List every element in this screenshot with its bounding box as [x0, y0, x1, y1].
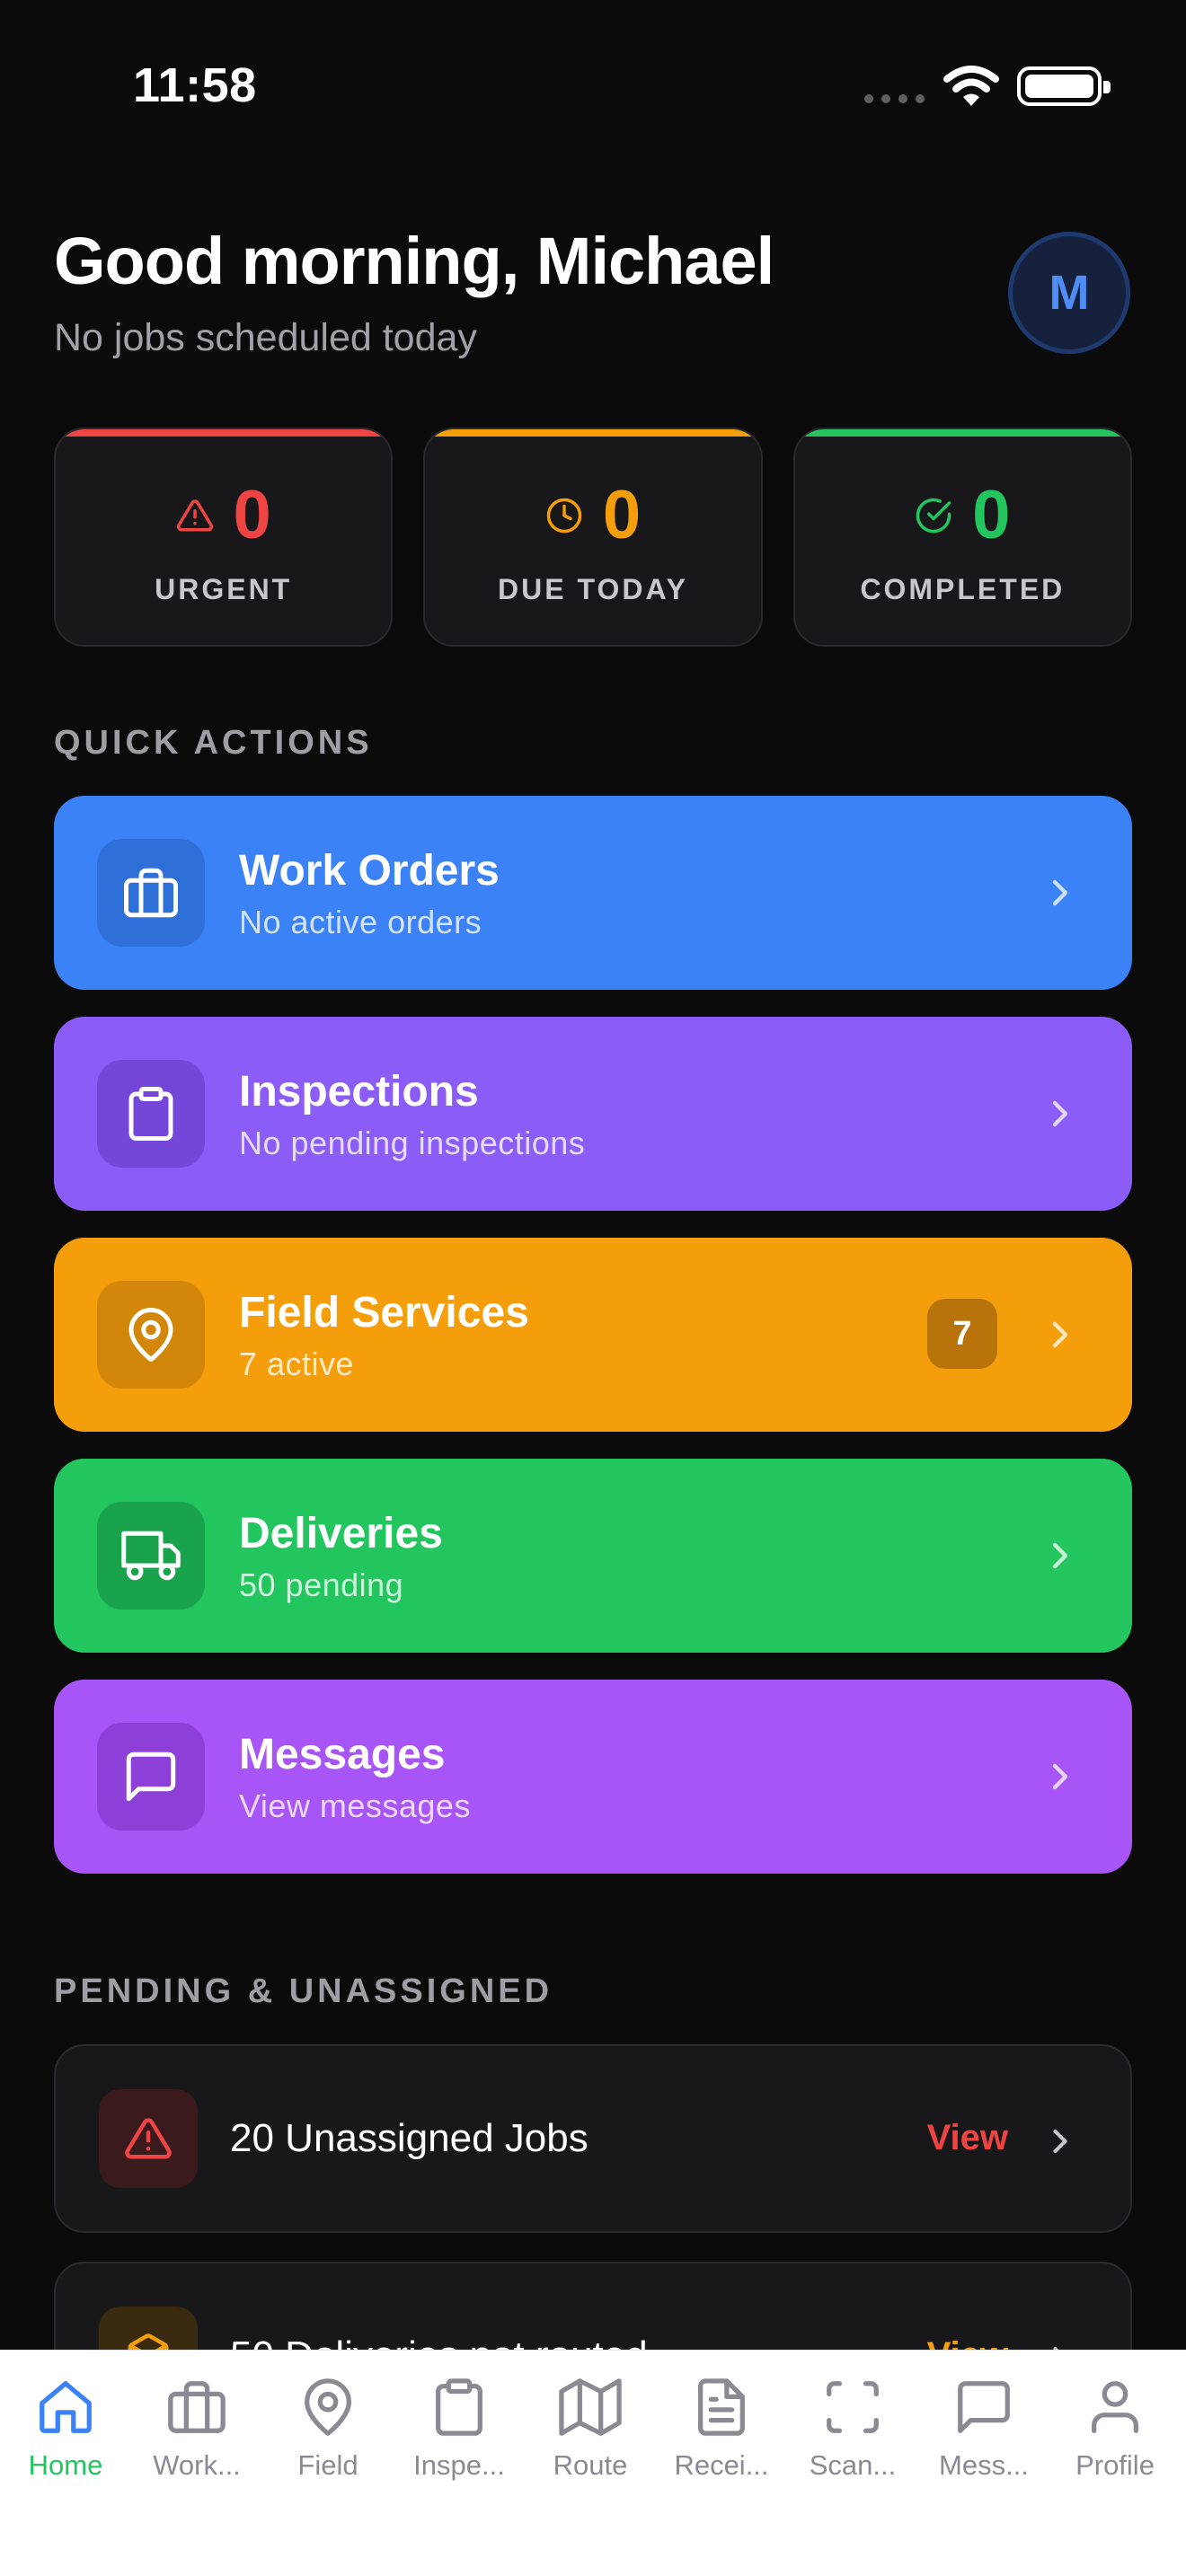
home-screen: 11:58 Good morning, Michael No jobs sche…: [0, 0, 1186, 2576]
clipboard-icon: [436, 2378, 482, 2436]
briefcase-icon: [124, 868, 178, 918]
tab-bar: Home Work... Field Inspe... Route Recei.…: [0, 2350, 1186, 2576]
chevron-right-icon: [1052, 1542, 1068, 1569]
tab-label: Recei...: [674, 2449, 769, 2481]
quick-actions-heading: QUICK ACTIONS: [54, 724, 373, 762]
field-services-icon-box: [97, 1281, 205, 1389]
map-pin-icon: [128, 1308, 173, 1362]
stat-card-due-today[interactable]: 0 DUE TODAY: [423, 428, 763, 647]
chevron-right-icon: [1052, 1763, 1068, 1790]
message-square-icon: [126, 1751, 176, 1802]
chevron-right-icon: [1052, 879, 1068, 906]
pending-heading: PENDING & UNASSIGNED: [54, 1972, 553, 2010]
card-title: Inspections: [239, 1068, 479, 1116]
tab-label: Field: [297, 2449, 358, 2481]
stat-value: 0: [602, 477, 642, 553]
alert-triangle-icon: [125, 2118, 172, 2159]
signal-icon: [864, 94, 925, 103]
tab-label: Profile: [1075, 2449, 1155, 2481]
inspections-icon-box: [97, 1060, 205, 1168]
user-icon: [1092, 2381, 1138, 2433]
card-title: Work Orders: [239, 847, 500, 895]
stat-accent-bar: [425, 429, 761, 437]
inspections-card[interactable]: Inspections No pending inspections: [54, 1017, 1132, 1211]
avatar[interactable]: M: [1008, 232, 1130, 354]
stat-value: 0: [972, 477, 1011, 553]
messages-icon-box: [97, 1723, 205, 1831]
file-text-icon: [698, 2378, 745, 2436]
briefcase-icon: [168, 2381, 226, 2433]
chevron-right-icon: [1053, 2129, 1067, 2154]
home-icon: [40, 2381, 92, 2433]
stat-accent-bar: [56, 429, 392, 437]
card-subtitle: 7 active: [239, 1345, 355, 1382]
clock-icon: [546, 498, 582, 534]
chevron-right-icon: [1052, 1100, 1068, 1127]
message-square-icon: [958, 2381, 1010, 2433]
tab-scan[interactable]: Scan...: [787, 2376, 918, 2482]
status-time: 11:58: [133, 58, 257, 112]
card-subtitle: 50 pending: [239, 1566, 404, 1603]
deliveries-card[interactable]: Deliveries 50 pending: [54, 1459, 1132, 1653]
tab-label: Route: [553, 2449, 628, 2481]
stat-label: COMPLETED: [860, 573, 1066, 605]
messages-card[interactable]: Messages View messages: [54, 1680, 1132, 1874]
unassigned-icon-box: [99, 2089, 198, 2188]
tab-label: Mess...: [939, 2449, 1029, 2481]
tab-field[interactable]: Field: [262, 2376, 394, 2482]
scan-icon: [827, 2381, 879, 2433]
card-title: Field Services: [239, 1289, 529, 1337]
stats-row: 0 URGENT 0 DUE TODAY 0 COMPLETED: [54, 428, 1132, 647]
tab-label: Inspe...: [413, 2449, 505, 2481]
check-circle-icon: [916, 498, 951, 534]
tab-label: Home: [28, 2449, 103, 2481]
card-subtitle: No pending inspections: [239, 1125, 586, 1161]
tab-label: Work...: [153, 2449, 241, 2481]
field-services-card[interactable]: Field Services 7 active 7: [54, 1238, 1132, 1432]
tab-messages[interactable]: Mess...: [918, 2376, 1049, 2482]
tab-route[interactable]: Route: [525, 2376, 656, 2482]
unassigned-jobs-row[interactable]: 20 Unassigned Jobs View: [54, 2044, 1132, 2233]
card-title: Deliveries: [239, 1510, 443, 1557]
stat-accent-bar: [794, 429, 1130, 437]
tab-receipts[interactable]: Recei...: [656, 2376, 787, 2482]
chevron-right-icon: [1052, 1321, 1068, 1348]
card-subtitle: View messages: [239, 1787, 471, 1824]
status-bar: 11:58: [0, 0, 1186, 171]
map-pin-icon: [305, 2378, 351, 2436]
work-orders-card[interactable]: Work Orders No active orders: [54, 796, 1132, 990]
tab-work-orders[interactable]: Work...: [131, 2376, 262, 2482]
tab-inspections[interactable]: Inspe...: [394, 2376, 525, 2482]
stat-label: DUE TODAY: [498, 573, 688, 605]
stat-card-completed[interactable]: 0 COMPLETED: [792, 428, 1132, 647]
tab-profile[interactable]: Profile: [1049, 2376, 1181, 2482]
count-badge: 7: [927, 1299, 997, 1369]
alert-triangle-icon: [176, 499, 213, 532]
tab-label: Scan...: [809, 2449, 897, 2481]
work-orders-icon-box: [97, 839, 205, 947]
map-icon: [559, 2378, 622, 2436]
pending-label: 20 Unassigned Jobs: [230, 2116, 589, 2160]
card-title: Messages: [239, 1731, 446, 1778]
stat-value: 0: [233, 477, 271, 553]
card-subtitle: No active orders: [239, 904, 482, 940]
clipboard-icon: [128, 1087, 173, 1141]
view-link[interactable]: View: [927, 2118, 1008, 2158]
truck-icon: [121, 1531, 181, 1581]
greeting-subtitle: No jobs scheduled today: [54, 316, 477, 359]
wifi-icon: [943, 66, 999, 106]
battery-icon: [1017, 66, 1111, 106]
tab-home[interactable]: Home: [0, 2376, 131, 2482]
stat-card-urgent[interactable]: 0 URGENT: [54, 428, 394, 647]
stat-label: URGENT: [155, 573, 293, 605]
deliveries-icon-box: [97, 1502, 205, 1610]
greeting-title: Good morning, Michael: [54, 224, 774, 298]
